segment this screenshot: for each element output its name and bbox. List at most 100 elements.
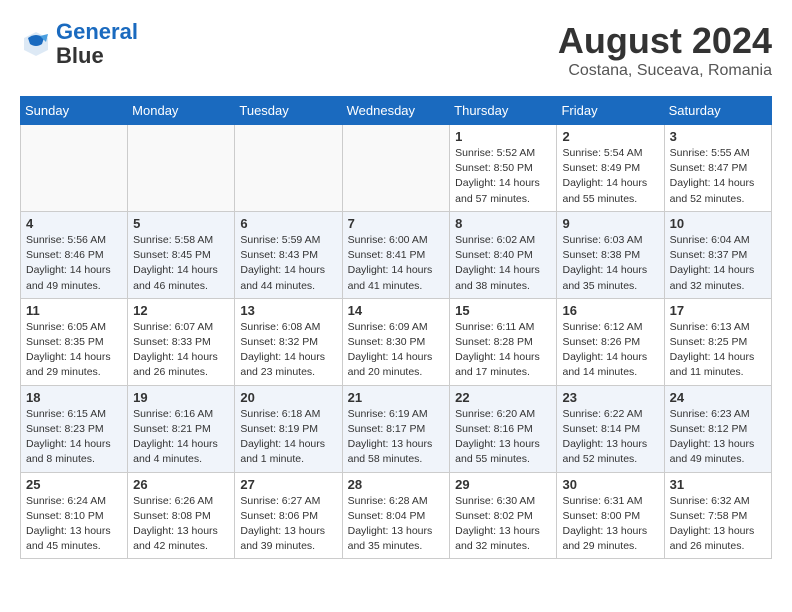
- day-number: 19: [133, 390, 229, 405]
- weekday-row: SundayMondayTuesdayWednesdayThursdayFrid…: [21, 97, 772, 125]
- calendar-week-row: 18Sunrise: 6:15 AM Sunset: 8:23 PM Dayli…: [21, 385, 772, 472]
- day-content: Sunrise: 6:30 AM Sunset: 8:02 PM Dayligh…: [455, 494, 551, 555]
- day-content: Sunrise: 6:26 AM Sunset: 8:08 PM Dayligh…: [133, 494, 229, 555]
- calendar-cell: [342, 125, 450, 212]
- day-content: Sunrise: 6:24 AM Sunset: 8:10 PM Dayligh…: [26, 494, 122, 555]
- day-number: 17: [670, 303, 766, 318]
- calendar-cell: 2 Sunrise: 5:54 AM Sunset: 8:49 PM Daylig…: [557, 125, 664, 212]
- day-content: Sunrise: 6:19 AM Sunset: 8:17 PM Dayligh…: [348, 407, 445, 468]
- day-content: Sunrise: 6:05 AM Sunset: 8:35 PM Dayligh…: [26, 320, 122, 381]
- day-content: Sunrise: 6:00 AM Sunset: 8:41 PM Dayligh…: [348, 233, 445, 294]
- calendar-week-row: 25 Sunrise: 6:24 AM Sunset: 8:10 PM Dayli…: [21, 472, 772, 559]
- day-content: Sunrise: 6:11 AM Sunset: 8:28 PM Dayligh…: [455, 320, 551, 381]
- calendar-cell: 12 Sunrise: 6:07 AM Sunset: 8:33 PM Dayli…: [128, 298, 235, 385]
- weekday-header: Monday: [128, 97, 235, 125]
- calendar-cell: 23Sunrise: 6:22 AM Sunset: 8:14 PM Dayli…: [557, 385, 664, 472]
- day-content: Sunrise: 6:18 AM Sunset: 8:19 PM Dayligh…: [240, 407, 336, 468]
- day-content: Sunrise: 6:04 AM Sunset: 8:37 PM Dayligh…: [670, 233, 766, 294]
- calendar-cell: [235, 125, 342, 212]
- day-number: 11: [26, 303, 122, 318]
- day-number: 20: [240, 390, 336, 405]
- calendar-cell: 13 Sunrise: 6:08 AM Sunset: 8:32 PM Dayli…: [235, 298, 342, 385]
- day-number: 15: [455, 303, 551, 318]
- day-content: Sunrise: 6:13 AM Sunset: 8:25 PM Dayligh…: [670, 320, 766, 381]
- day-content: Sunrise: 6:07 AM Sunset: 8:33 PM Dayligh…: [133, 320, 229, 381]
- calendar-cell: 14 Sunrise: 6:09 AM Sunset: 8:30 PM Dayli…: [342, 298, 450, 385]
- day-content: Sunrise: 6:32 AM Sunset: 7:58 PM Dayligh…: [670, 494, 766, 555]
- day-number: 14: [348, 303, 445, 318]
- day-content: Sunrise: 6:28 AM Sunset: 8:04 PM Dayligh…: [348, 494, 445, 555]
- day-number: 26: [133, 477, 229, 492]
- calendar-table: SundayMondayTuesdayWednesdayThursdayFrid…: [20, 96, 772, 559]
- calendar-cell: 5Sunrise: 5:58 AM Sunset: 8:45 PM Daylig…: [128, 211, 235, 298]
- calendar-week-row: 4 Sunrise: 5:56 AM Sunset: 8:46 PM Daylig…: [21, 211, 772, 298]
- calendar-cell: [128, 125, 235, 212]
- day-number: 3: [670, 129, 766, 144]
- day-content: Sunrise: 6:31 AM Sunset: 8:00 PM Dayligh…: [562, 494, 658, 555]
- weekday-header: Sunday: [21, 97, 128, 125]
- logo-text: General Blue: [56, 20, 138, 68]
- calendar-cell: 25 Sunrise: 6:24 AM Sunset: 8:10 PM Dayli…: [21, 472, 128, 559]
- calendar-cell: 19Sunrise: 6:16 AM Sunset: 8:21 PM Dayli…: [128, 385, 235, 472]
- day-content: Sunrise: 5:52 AM Sunset: 8:50 PM Dayligh…: [455, 146, 551, 207]
- day-number: 31: [670, 477, 766, 492]
- calendar-cell: 15 Sunrise: 6:11 AM Sunset: 8:28 PM Dayli…: [450, 298, 557, 385]
- day-content: Sunrise: 6:22 AM Sunset: 8:14 PM Dayligh…: [562, 407, 658, 468]
- day-content: Sunrise: 5:59 AM Sunset: 8:43 PM Dayligh…: [240, 233, 336, 294]
- day-number: 10: [670, 216, 766, 231]
- day-content: Sunrise: 5:55 AM Sunset: 8:47 PM Dayligh…: [670, 146, 766, 207]
- calendar-cell: 10 Sunrise: 6:04 AM Sunset: 8:37 PM Dayli…: [664, 211, 771, 298]
- logo-icon: [20, 28, 52, 60]
- page-header: General Blue August 2024 Costana, Suceav…: [20, 20, 772, 80]
- day-number: 1: [455, 129, 551, 144]
- day-number: 28: [348, 477, 445, 492]
- weekday-header: Saturday: [664, 97, 771, 125]
- calendar-cell: [21, 125, 128, 212]
- day-number: 5: [133, 216, 229, 231]
- day-number: 2: [562, 129, 658, 144]
- day-number: 4: [26, 216, 122, 231]
- calendar-cell: 8 Sunrise: 6:02 AM Sunset: 8:40 PM Daylig…: [450, 211, 557, 298]
- calendar-cell: 31 Sunrise: 6:32 AM Sunset: 7:58 PM Dayli…: [664, 472, 771, 559]
- day-content: Sunrise: 6:09 AM Sunset: 8:30 PM Dayligh…: [348, 320, 445, 381]
- calendar-cell: 24 Sunrise: 6:23 AM Sunset: 8:12 PM Dayli…: [664, 385, 771, 472]
- weekday-header: Thursday: [450, 97, 557, 125]
- day-number: 16: [562, 303, 658, 318]
- calendar-cell: 6 Sunrise: 5:59 AM Sunset: 8:43 PM Daylig…: [235, 211, 342, 298]
- calendar-cell: 29 Sunrise: 6:30 AM Sunset: 8:02 PM Dayli…: [450, 472, 557, 559]
- title-block: August 2024 Costana, Suceava, Romania: [558, 20, 772, 80]
- day-number: 29: [455, 477, 551, 492]
- day-content: Sunrise: 6:27 AM Sunset: 8:06 PM Dayligh…: [240, 494, 336, 555]
- calendar-cell: 30 Sunrise: 6:31 AM Sunset: 8:00 PM Dayli…: [557, 472, 664, 559]
- day-content: Sunrise: 6:02 AM Sunset: 8:40 PM Dayligh…: [455, 233, 551, 294]
- calendar-cell: 3 Sunrise: 5:55 AM Sunset: 8:47 PM Daylig…: [664, 125, 771, 212]
- day-content: Sunrise: 5:56 AM Sunset: 8:46 PM Dayligh…: [26, 233, 122, 294]
- day-number: 25: [26, 477, 122, 492]
- calendar-cell: 26 Sunrise: 6:26 AM Sunset: 8:08 PM Dayli…: [128, 472, 235, 559]
- day-number: 21: [348, 390, 445, 405]
- calendar-cell: 18Sunrise: 6:15 AM Sunset: 8:23 PM Dayli…: [21, 385, 128, 472]
- calendar-cell: 11 Sunrise: 6:05 AM Sunset: 8:35 PM Dayli…: [21, 298, 128, 385]
- calendar-week-row: 1 Sunrise: 5:52 AM Sunset: 8:50 PM Daylig…: [21, 125, 772, 212]
- day-number: 18: [26, 390, 122, 405]
- weekday-header: Wednesday: [342, 97, 450, 125]
- day-number: 8: [455, 216, 551, 231]
- calendar-cell: 16Sunrise: 6:12 AM Sunset: 8:26 PM Dayli…: [557, 298, 664, 385]
- calendar-body: 1 Sunrise: 5:52 AM Sunset: 8:50 PM Daylig…: [21, 125, 772, 559]
- day-content: Sunrise: 5:54 AM Sunset: 8:49 PM Dayligh…: [562, 146, 658, 207]
- day-number: 13: [240, 303, 336, 318]
- logo: General Blue: [20, 20, 138, 68]
- day-number: 12: [133, 303, 229, 318]
- day-number: 24: [670, 390, 766, 405]
- day-number: 6: [240, 216, 336, 231]
- month-title: August 2024: [558, 20, 772, 62]
- day-number: 27: [240, 477, 336, 492]
- day-content: Sunrise: 6:23 AM Sunset: 8:12 PM Dayligh…: [670, 407, 766, 468]
- day-content: Sunrise: 6:08 AM Sunset: 8:32 PM Dayligh…: [240, 320, 336, 381]
- day-number: 9: [562, 216, 658, 231]
- day-content: Sunrise: 6:20 AM Sunset: 8:16 PM Dayligh…: [455, 407, 551, 468]
- calendar-week-row: 11 Sunrise: 6:05 AM Sunset: 8:35 PM Dayli…: [21, 298, 772, 385]
- day-number: 30: [562, 477, 658, 492]
- day-content: Sunrise: 6:03 AM Sunset: 8:38 PM Dayligh…: [562, 233, 658, 294]
- day-number: 22: [455, 390, 551, 405]
